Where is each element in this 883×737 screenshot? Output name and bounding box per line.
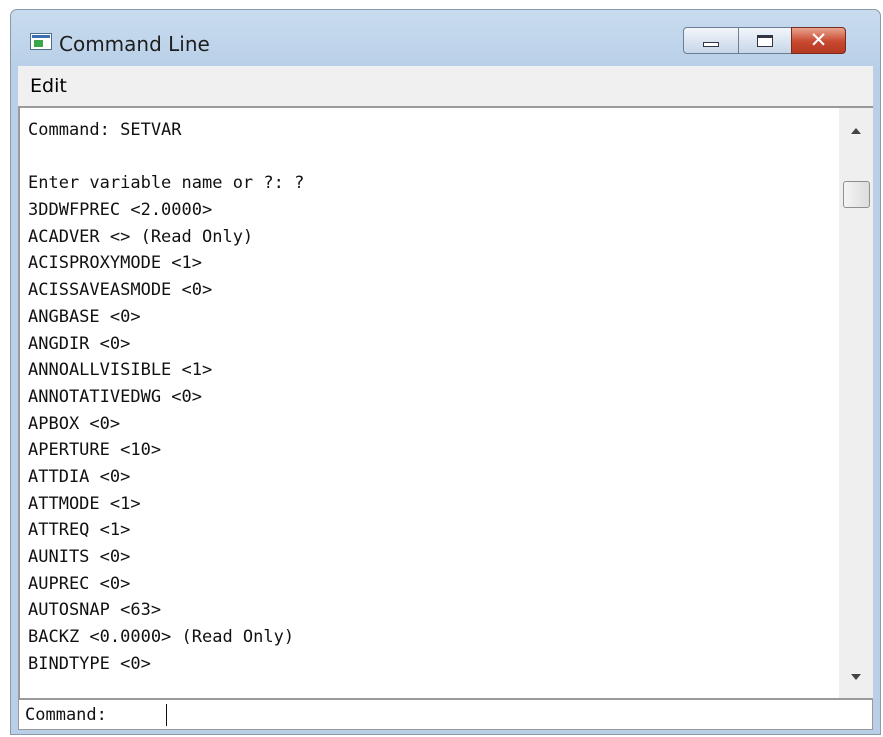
history-line: ATTDIA <0> [28,466,131,487]
menu-edit[interactable]: Edit [30,74,67,98]
history-line: ACISSAVEASMODE <0> [28,280,213,301]
history-line: AUNITS <0> [28,547,131,567]
history-line: ANGBASE <0> [28,306,141,327]
command-history[interactable]: Command: SETVAR Enter variable name or ?:… [18,106,873,700]
scroll-up-arrow-icon[interactable] [851,128,861,134]
terminal-window-icon [30,33,52,50]
history-line: ATTREQ <1> [28,520,131,541]
scroll-thumb[interactable] [843,181,870,208]
history-line: ANNOALLVISIBLE <1> [28,360,213,381]
command-input[interactable]: Command: [18,699,873,730]
history-line: Command: SETVAR [28,120,182,140]
history-line: ACADVER <> (Read Only) [28,226,254,247]
maximize-icon [757,34,773,47]
history-line: ATTMODE <1> [28,493,141,514]
history-line: ANNOTATIVEDWG <0> [28,386,202,407]
scroll-down-arrow-icon[interactable] [851,674,861,680]
text-caret [166,704,167,726]
minimize-icon [703,42,719,47]
history-text-area[interactable]: Command: SETVAR Enter variable name or ?:… [28,108,838,698]
command-prompt-label: Command: [25,705,107,725]
command-line-window: Command Line ✕ Edit Command: SETVAR Enter… [10,9,881,735]
history-line: APERTURE <10> [28,440,162,461]
history-line: AUTOSNAP <63> [28,600,162,621]
history-line: Enter variable name or ?: ? [28,173,305,194]
maximize-button[interactable] [738,27,792,54]
vertical-scrollbar[interactable] [839,108,873,698]
history-line: 3DDWFPREC <2.0000> [28,200,213,221]
minimize-button[interactable] [683,27,739,54]
history-line: ACISPROXYMODE <1> [28,253,202,274]
menu-bar: Edit [18,66,873,106]
history-line: ANGDIR <0> [28,333,131,354]
history-line: BACKZ <0.0000> (Read Only) [28,627,295,648]
close-icon: ✕ [809,28,828,52]
title-bar[interactable]: Command Line ✕ [11,10,880,66]
window-title: Command Line [59,32,210,56]
history-line: BINDTYPE <0> [28,653,151,674]
history-line [28,144,838,171]
history-line: AUPREC <0> [28,573,131,594]
close-button[interactable]: ✕ [791,27,846,54]
history-line: APBOX <0> [28,413,121,434]
